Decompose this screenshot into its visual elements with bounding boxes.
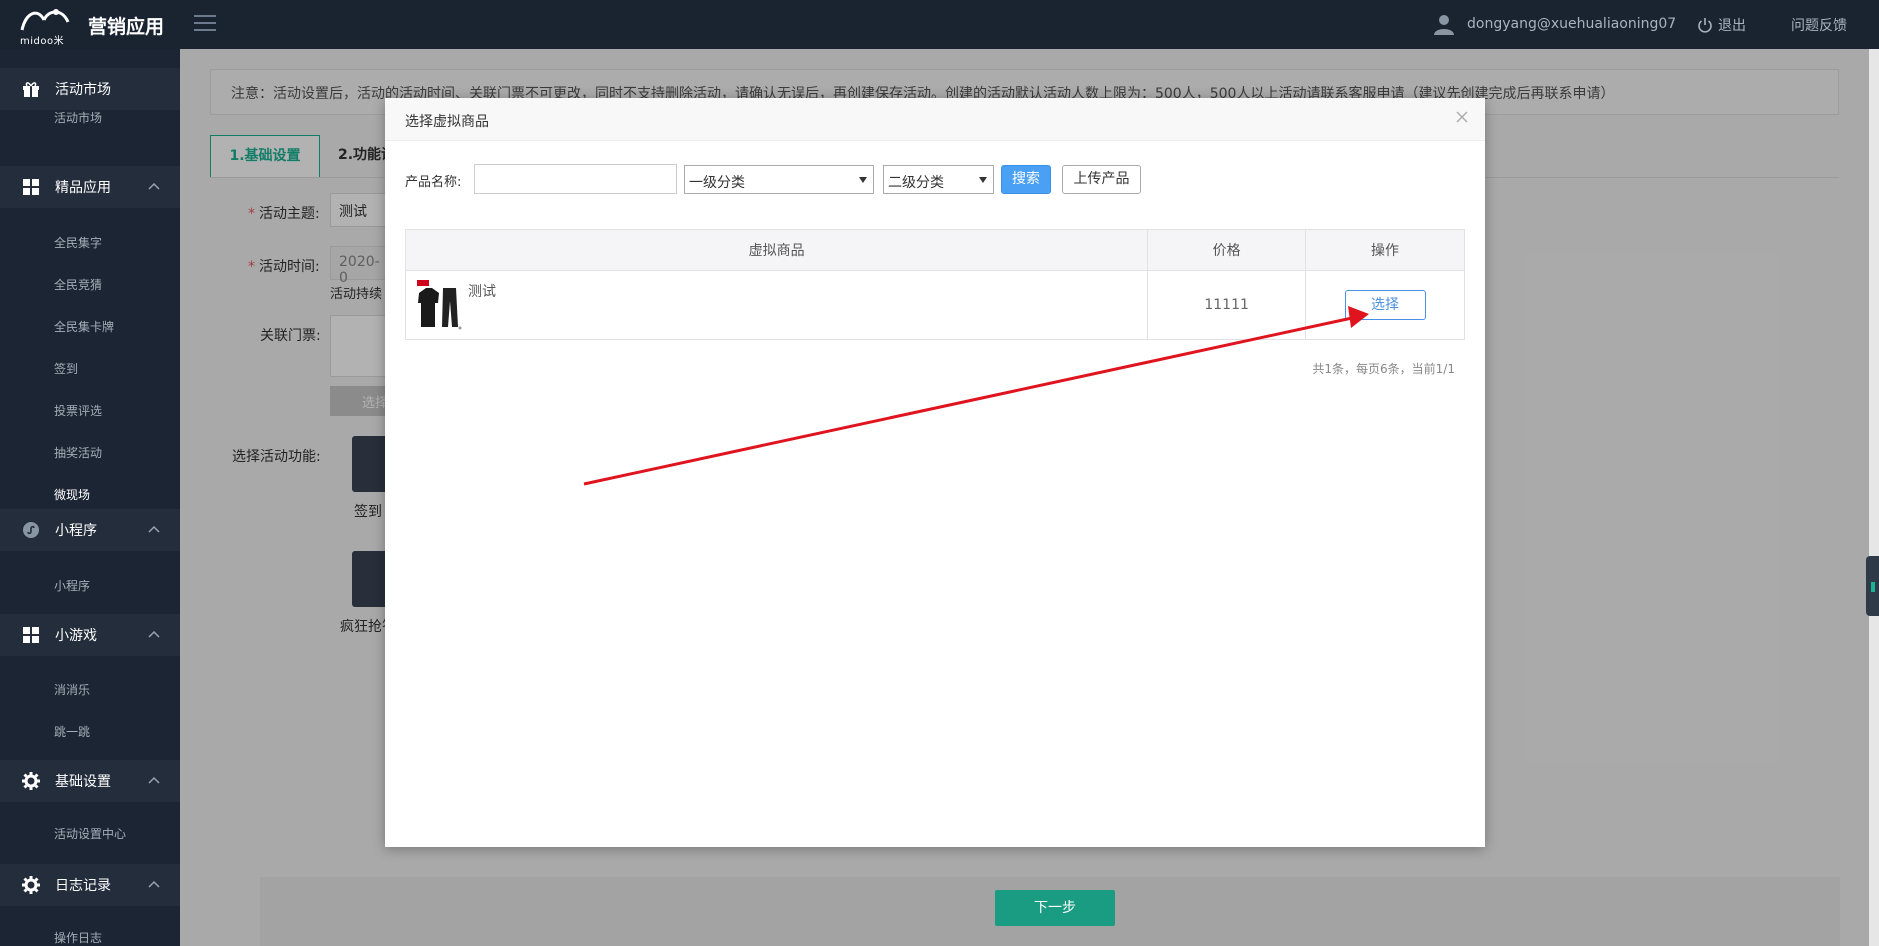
miniprogram-icon [23,522,39,538]
logout-label: 退出 [1718,18,1746,34]
user-email[interactable]: dongyang@xuehualiaoning07 [1467,16,1676,32]
top-bar: midoo米多 营销应用 dongyang@xuehualiaoning07 退… [0,0,1879,62]
gear-icon [22,876,40,894]
sidebar-item-micro-live[interactable]: 微现场 [54,486,90,503]
category-level2-value: 二级分类 [888,175,944,191]
midoo-logo: midoo米多 [18,6,72,62]
sidebar-item-match3[interactable]: 消消乐 [54,681,90,698]
chevron-down-icon [979,177,987,183]
price-cell: 11111 [1147,270,1307,340]
apps-icon [23,179,39,195]
sidebar-item-jump[interactable]: 跳一跳 [54,723,90,740]
sidebar-item-activity-settings[interactable]: 活动设置中心 [54,825,126,842]
sidebar: 活动市场 活动市场 精品应用 全民集字 全民竞猜 全民集卡牌 签到 投票评选 抽… [0,49,180,946]
sidebar-item-checkin[interactable]: 签到 [54,360,78,377]
power-icon [1698,18,1712,33]
logout-button[interactable]: 退出 [1697,15,1746,35]
menu-toggle-icon[interactable] [194,15,216,33]
sidebar-item-vote[interactable]: 投票评选 [54,402,102,419]
sidebar-group-logs[interactable]: 日志记录 [0,864,180,906]
side-drawer-handle[interactable] [1866,556,1879,616]
sidebar-group-label: 活动市场 [55,82,111,98]
sidebar-group-basic-settings[interactable]: 基础设置 [0,760,180,802]
sidebar-group-label: 日志记录 [55,878,111,894]
search-button[interactable]: 搜索 [1001,165,1051,194]
upload-product-button[interactable]: 上传产品 [1062,165,1141,194]
sidebar-item-collect-cards[interactable]: 全民集卡牌 [54,318,114,335]
chevron-up-icon [148,182,160,190]
sidebar-group-label: 小游戏 [55,628,97,644]
sidebar-group-label: 基础设置 [55,774,111,790]
chevron-down-icon [859,177,867,183]
sidebar-item-operation-log[interactable]: 操作日志 [54,929,102,946]
table-header-row: 虚拟商品 价格 操作 [404,229,1465,271]
dialog-header: 选择虚拟商品 [385,98,1485,141]
column-header-price: 价格 [1147,229,1307,271]
sidebar-group-label: 小程序 [55,523,97,539]
sidebar-item-mini-program[interactable]: 小程序 [54,577,90,594]
sidebar-group-activity-market[interactable]: 活动市场 [0,68,180,110]
action-cell: 选择 [1305,270,1465,340]
product-table: 虚拟商品 价格 操作 测试 11111 选择 [404,229,1465,340]
game-icon [23,627,39,643]
category-level1-value: 一级分类 [689,175,745,191]
chevron-up-icon [148,776,160,784]
gear-icon [22,772,40,790]
select-product-button[interactable]: 选择 [1344,290,1426,320]
sidebar-group-mini-program[interactable]: 小程序 [0,509,180,551]
column-header-action: 操作 [1305,229,1465,271]
sidebar-group-mini-games[interactable]: 小游戏 [0,614,180,656]
next-step-button[interactable]: 下一步 [995,890,1115,926]
sidebar-group-premium-apps[interactable]: 精品应用 [0,166,180,208]
chevron-up-icon [148,630,160,638]
gift-icon [23,82,39,97]
product-thumbnail [416,279,464,331]
close-icon[interactable] [1455,110,1469,124]
user-avatar-icon [1433,13,1455,35]
sidebar-item-collect-words[interactable]: 全民集字 [54,234,102,251]
feedback-link[interactable]: 问题反馈 [1791,15,1847,35]
product-name-input[interactable] [474,164,677,194]
product-cell: 测试 [404,270,1149,340]
page-scrollbar[interactable] [1869,49,1879,946]
dialog-title: 选择虚拟商品 [405,114,489,130]
select-virtual-product-dialog: 选择虚拟商品 产品名称: 一级分类 二级分类 搜索 上传产品 虚拟商品 价格 操… [385,98,1485,847]
sidebar-item-guess[interactable]: 全民竞猜 [54,276,102,293]
table-row: 测试 11111 选择 [404,270,1465,340]
product-name-label: 产品名称: [405,175,462,190]
product-name: 测试 [468,284,496,300]
category-level2-select[interactable]: 二级分类 [883,165,994,194]
chevron-up-icon [148,525,160,533]
sidebar-item-activity-market[interactable]: 活动市场 [54,109,102,126]
column-header-product: 虚拟商品 [404,229,1149,271]
category-level1-select[interactable]: 一级分类 [684,165,874,194]
pagination-info: 共1条，每页6条，当前1/1 [1312,362,1455,376]
chevron-up-icon [148,880,160,888]
sidebar-group-label: 精品应用 [55,180,111,196]
app-title: 营销应用 [88,16,165,38]
sidebar-item-lottery[interactable]: 抽奖活动 [54,444,102,461]
